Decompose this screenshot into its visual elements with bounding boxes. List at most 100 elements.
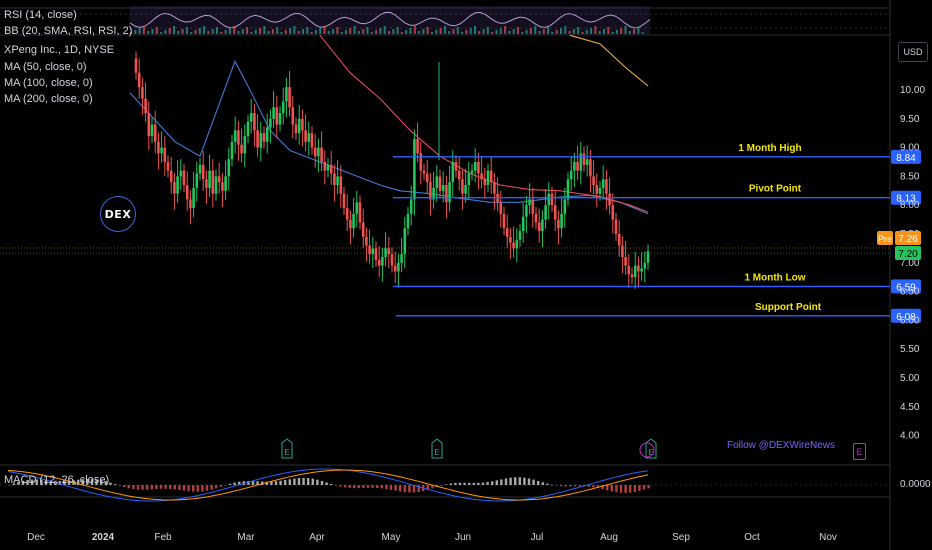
macd-histogram-bar xyxy=(169,485,172,489)
rsi-histogram-bar xyxy=(590,28,593,34)
rsi-histogram-bar xyxy=(461,32,464,34)
macd-histogram-bar xyxy=(215,485,218,489)
candle-body xyxy=(627,265,631,275)
rsi-histogram-bar xyxy=(134,30,137,34)
macd-pane xyxy=(0,468,890,502)
macd-histogram-bar xyxy=(279,480,282,485)
candle-body xyxy=(445,185,448,203)
ma50-label[interactable]: MA (50, close, 0) xyxy=(4,61,87,73)
level-label: Pivot Point xyxy=(749,184,802,195)
event-e-icon[interactable]: E xyxy=(853,443,866,460)
macd-histogram-bar xyxy=(569,485,572,487)
rsi-histogram-bar xyxy=(560,28,562,34)
candle-body xyxy=(221,182,224,191)
candle-body xyxy=(361,222,365,237)
macd-histogram-bar xyxy=(408,485,411,493)
candle-body xyxy=(301,118,304,131)
macd-histogram-bar xyxy=(316,479,319,485)
candle-body xyxy=(448,182,451,203)
candle-body xyxy=(486,170,490,186)
currency-button[interactable]: USD xyxy=(898,42,928,62)
candle-body xyxy=(224,176,227,191)
rsi-histogram-bar xyxy=(340,32,343,34)
level-label: 1 Month Low xyxy=(744,272,805,283)
bb-label[interactable]: BB (20, SMA, RSI, RSI, 2) xyxy=(4,25,132,37)
price-axis-tick: 10.00 xyxy=(900,85,925,96)
ma200-label[interactable]: MA (200, close, 0) xyxy=(4,93,93,105)
rsi-histogram-bar xyxy=(615,30,618,34)
macd-histogram-bar xyxy=(293,478,296,485)
macd-histogram-bar xyxy=(362,485,365,489)
rsi-histogram-bar xyxy=(469,28,472,34)
macd-histogram-bar xyxy=(541,482,544,485)
candle-body xyxy=(147,113,151,137)
candle-body xyxy=(349,219,352,229)
macd-histogram-bar xyxy=(463,482,466,485)
price-tags: Pre 7.26 7.20 xyxy=(877,231,921,260)
macd-histogram-bar xyxy=(389,485,393,490)
candle-body xyxy=(269,118,272,128)
rsi-histogram-bar xyxy=(375,30,378,34)
rsi-histogram-bar xyxy=(323,26,326,34)
macd-histogram-bar xyxy=(343,485,347,488)
rsi-histogram-bar xyxy=(607,27,610,34)
macd-histogram-bar xyxy=(537,480,540,485)
symbol-title[interactable]: XPeng Inc., 1D, NYSE xyxy=(4,44,114,56)
macd-histogram-bar xyxy=(127,485,130,489)
rsi-histogram-bar xyxy=(508,31,511,34)
candle-body xyxy=(531,199,535,214)
macd-histogram-bar xyxy=(251,481,255,485)
rsi-histogram-bar xyxy=(555,30,558,34)
rsi-histogram-bar xyxy=(293,26,296,34)
candle-body xyxy=(409,199,413,214)
rsi-histogram-bar xyxy=(168,28,171,34)
time-axis-tick: Nov xyxy=(819,532,837,543)
candle-body xyxy=(560,213,563,229)
candle-body xyxy=(160,147,163,154)
macd-histogram-bar xyxy=(284,480,287,485)
candle-body xyxy=(454,162,458,171)
candle-body xyxy=(342,193,346,209)
candle-body xyxy=(214,176,218,194)
rsi-histogram-bar xyxy=(177,31,180,34)
macd-histogram-bar xyxy=(445,484,448,485)
rsi-histogram-bar xyxy=(564,26,567,34)
macd-histogram-bar xyxy=(399,485,402,492)
candle-body xyxy=(329,164,333,174)
macd-histogram-bar xyxy=(173,485,176,490)
candle-body xyxy=(339,176,343,194)
macd-histogram-bar xyxy=(357,485,360,489)
rsi-histogram-bar xyxy=(254,30,257,34)
candle-body xyxy=(528,199,531,206)
rsi-histogram-bar xyxy=(263,26,266,34)
macd-histogram-bar xyxy=(606,485,609,491)
ma100-label[interactable]: MA (100, close, 0) xyxy=(4,77,93,89)
candle-body xyxy=(403,228,407,255)
macd-histogram-bar xyxy=(610,485,613,492)
rsi-histogram-bar xyxy=(603,29,605,34)
rsi-histogram-bar xyxy=(413,26,416,34)
candle-body xyxy=(643,262,647,269)
rsi-histogram-bar xyxy=(611,32,614,34)
candle-body xyxy=(406,213,410,229)
rsi-label[interactable]: RSI (14, close) xyxy=(4,9,77,21)
dex-logo-text: DEX xyxy=(104,207,132,221)
macd-histogram-bar xyxy=(624,485,627,493)
candle-body xyxy=(435,176,439,188)
rsi-histogram-bar xyxy=(637,27,640,34)
macd-label[interactable]: MACD (12, 26, close) xyxy=(4,474,109,486)
candle-body xyxy=(262,133,266,142)
macd-histogram-bar xyxy=(454,482,457,485)
rsi-histogram-bar xyxy=(284,30,287,34)
macd-histogram-bar xyxy=(486,482,489,485)
candle-body xyxy=(384,248,387,258)
macd-histogram-bar xyxy=(288,479,291,485)
macd-histogram-bar xyxy=(647,485,650,489)
rsi-histogram-bar xyxy=(499,28,502,34)
candle-body xyxy=(518,231,522,240)
candle-body xyxy=(422,170,426,174)
candle-body xyxy=(451,162,455,183)
candle-body xyxy=(246,121,250,137)
rsi-histogram-bar xyxy=(289,28,292,34)
earnings-markers: EEE xyxy=(281,438,657,459)
